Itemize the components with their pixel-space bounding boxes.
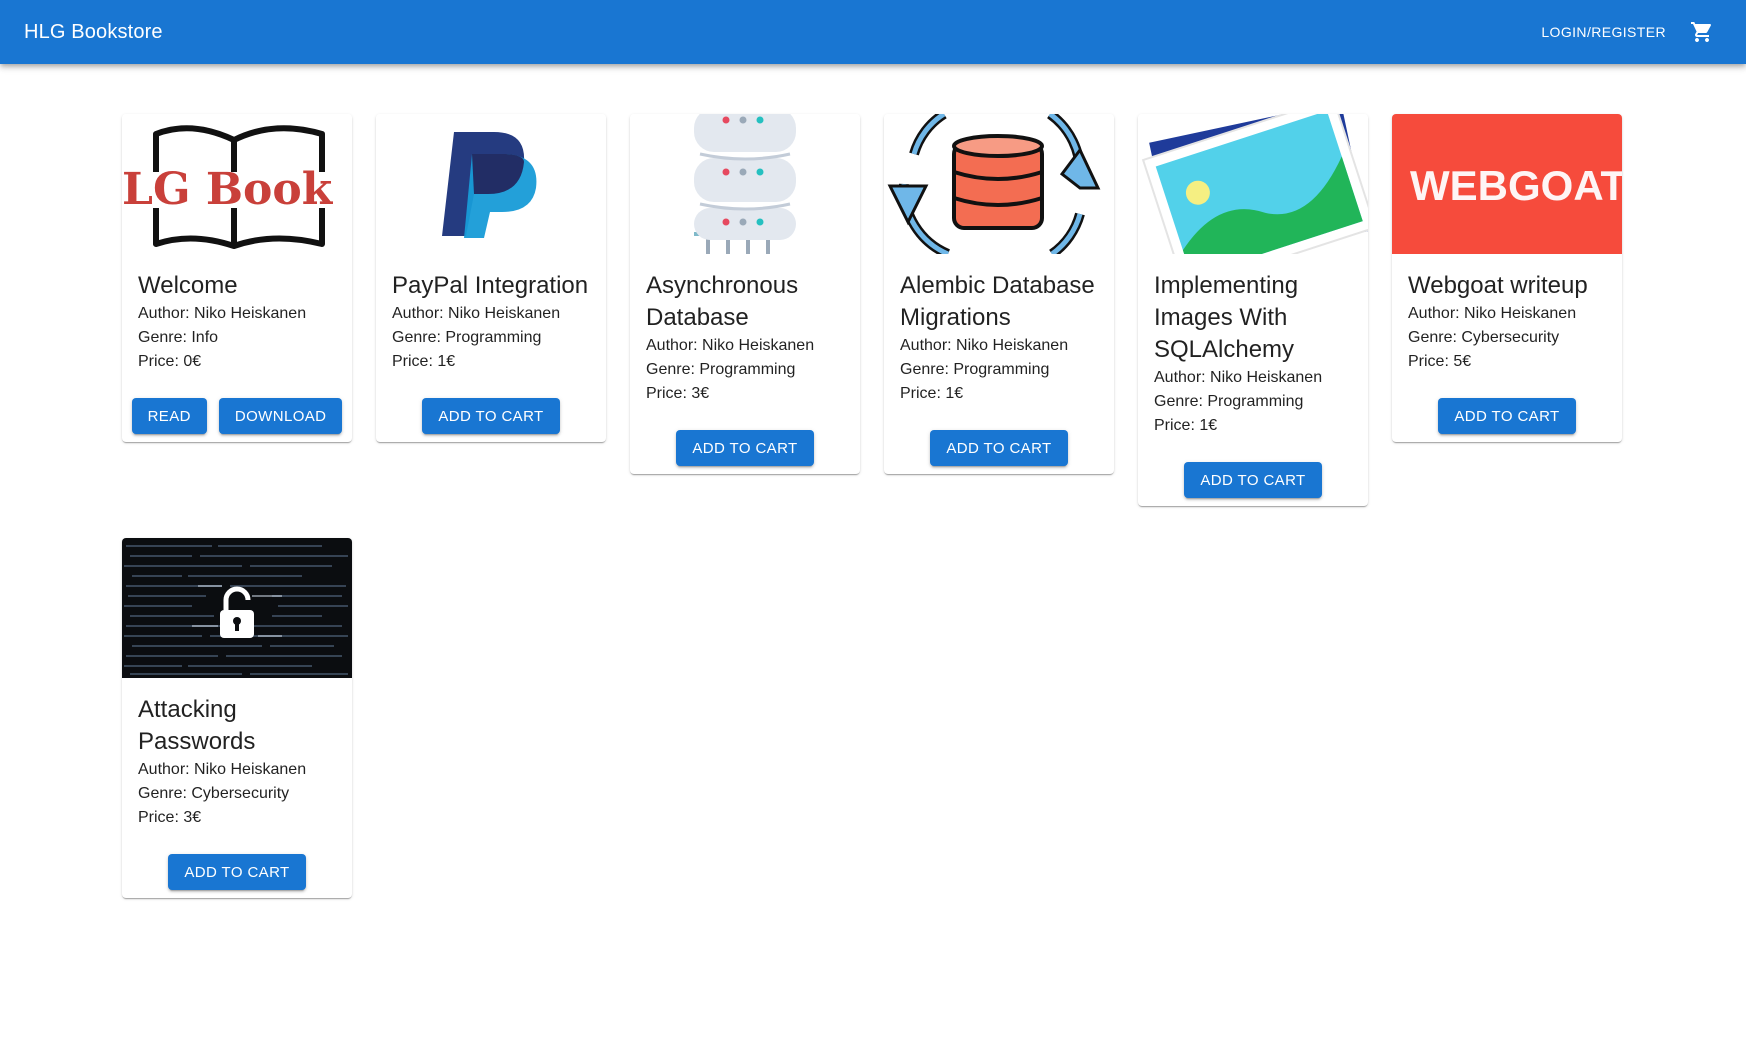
book-title[interactable]: Attacking Passwords [138, 694, 336, 758]
book-price: Price: 1€ [392, 353, 456, 370]
book-genre: Genre: Info [138, 329, 219, 346]
code-padlock-image [122, 538, 352, 678]
book-author: Author: Niko Heiskanen [1408, 305, 1577, 322]
book-author: Author: Niko Heiskanen [900, 337, 1069, 354]
database-server-image [630, 114, 860, 254]
book-price: Price: 0€ [138, 353, 202, 370]
webgoat-logo-image: WEBGOAT [1392, 114, 1622, 254]
book-author: Author: Niko Heiskanen [646, 337, 815, 354]
book-title[interactable]: Alembic Database Migrations [900, 270, 1098, 334]
add-to-cart-button[interactable]: ADD TO CART [676, 430, 814, 466]
book-genre: Genre: Programming [1154, 393, 1304, 410]
add-to-cart-button[interactable]: ADD TO CART [1184, 462, 1322, 498]
book-price: Price: 1€ [900, 385, 964, 402]
book-card-welcome: LG Book Welcome Author: Niko Heiskanen G… [122, 114, 352, 442]
book-author: Author: Niko Heiskanen [1154, 369, 1323, 386]
book-card-alembic-database-migrations: Alembic Database Migrations Author: Niko… [884, 114, 1114, 474]
app-bar: HLG Bookstore LOGIN/REGISTER [0, 0, 1746, 64]
book-card-implementing-images-with-sqlalchemy: Implementing Images With SQLAlchemy Auth… [1138, 114, 1368, 506]
add-to-cart-button[interactable]: ADD TO CART [168, 854, 306, 890]
book-genre: Genre: Programming [900, 361, 1050, 378]
book-author: Author: Niko Heiskanen [392, 305, 561, 322]
add-to-cart-button[interactable]: ADD TO CART [1438, 398, 1576, 434]
app-title[interactable]: HLG Bookstore [24, 21, 163, 44]
book-author: Author: Niko Heiskanen [138, 305, 307, 322]
read-button[interactable]: READ [131, 398, 207, 434]
paypal-logo-image [376, 114, 606, 254]
add-to-cart-button[interactable]: ADD TO CART [422, 398, 560, 434]
login-register-button[interactable]: LOGIN/REGISTER [1533, 18, 1674, 46]
cart-button[interactable] [1682, 12, 1722, 52]
book-card-paypal-integration: PayPal Integration Author: Niko Heiskane… [376, 114, 606, 442]
book-price: Price: 5€ [1408, 353, 1472, 370]
database-sync-image [884, 114, 1114, 254]
book-title[interactable]: Webgoat writeup [1408, 270, 1606, 302]
book-genre: Genre: Cybersecurity [138, 785, 290, 802]
book-genre: Genre: Cybersecurity [1408, 329, 1560, 346]
book-price: Price: 1€ [1154, 417, 1218, 434]
add-to-cart-button[interactable]: ADD TO CART [930, 430, 1068, 466]
webgoat-logo-text: WEBGOAT [1410, 162, 1622, 209]
book-card-webgoat-writeup: WEBGOAT Webgoat writeup Author: Niko Hei… [1392, 114, 1622, 442]
book-author: Author: Niko Heiskanen [138, 761, 307, 778]
app-bar-actions: LOGIN/REGISTER [1533, 12, 1722, 52]
book-title[interactable]: Implementing Images With SQLAlchemy [1154, 270, 1352, 366]
book-title[interactable]: Asynchronous Database [646, 270, 844, 334]
book-title[interactable]: PayPal Integration [392, 270, 590, 302]
book-title[interactable]: Welcome [138, 270, 336, 302]
welcome-logo-text: LG Book [122, 164, 334, 215]
shopping-cart-icon [1691, 22, 1712, 42]
book-card-attacking-passwords: Attacking Passwords Author: Niko Heiskan… [122, 538, 352, 898]
hlg-book-logo-image: LG Book [122, 114, 352, 254]
book-card-asynchronous-database: Asynchronous Database Author: Niko Heisk… [630, 114, 860, 474]
book-genre: Genre: Programming [646, 361, 796, 378]
book-price: Price: 3€ [138, 809, 202, 826]
download-button[interactable]: DOWNLOAD [218, 398, 343, 434]
book-genre: Genre: Programming [392, 329, 542, 346]
photo-image [1138, 114, 1368, 254]
book-price: Price: 3€ [646, 385, 710, 402]
